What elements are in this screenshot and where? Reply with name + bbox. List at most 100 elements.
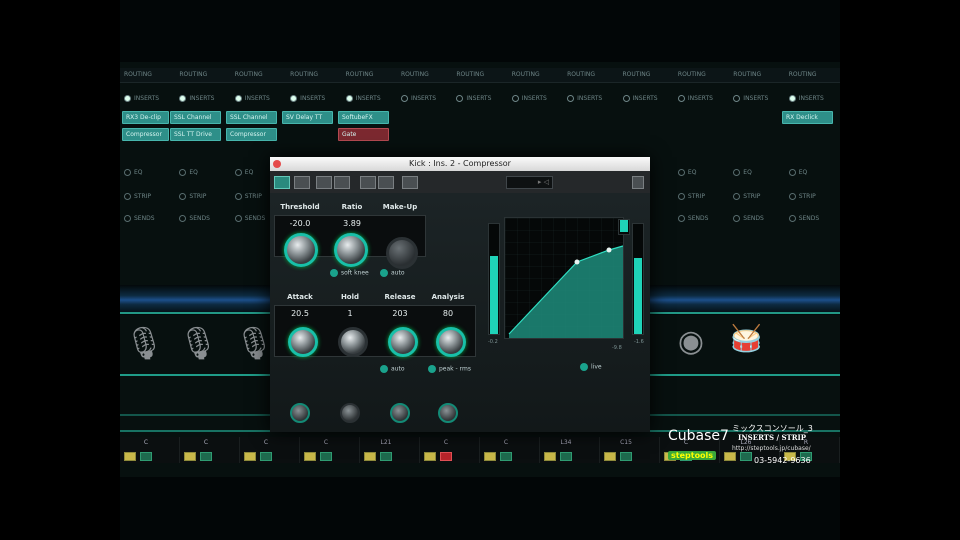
eq-toggle[interactable]: EQ <box>729 166 784 180</box>
insert-slot[interactable]: SSL Channel <box>226 111 277 124</box>
side-knob[interactable] <box>290 403 310 423</box>
inserts-toggle[interactable]: INSERTS <box>397 92 452 106</box>
insert-slot[interactable]: Compressor <box>226 128 277 141</box>
analysis-value[interactable]: 80 <box>422 309 474 318</box>
ratio-value[interactable]: 3.89 <box>326 219 378 228</box>
inserts-toggle[interactable]: INSERTS <box>120 92 175 106</box>
solo-button[interactable] <box>604 452 616 461</box>
routing-tab[interactable]: ROUTING <box>342 68 397 82</box>
inserts-toggle[interactable]: INSERTS <box>342 92 397 106</box>
insert-slot[interactable]: SSL Channel <box>170 111 221 124</box>
copy-button[interactable] <box>378 176 394 189</box>
preset-selector[interactable]: ▸ ◁ <box>506 176 553 189</box>
ratio-knob[interactable] <box>334 233 368 267</box>
strip-toggle[interactable]: STRIP <box>785 190 840 204</box>
live-toggle[interactable]: live <box>580 363 602 371</box>
record-button[interactable] <box>440 452 452 461</box>
attack-value[interactable]: 20.5 <box>274 309 326 318</box>
routing-tab[interactable]: ROUTING <box>452 68 507 82</box>
solo-button[interactable] <box>544 452 556 461</box>
analysis-knob[interactable] <box>436 327 466 357</box>
pan-value[interactable]: L34 <box>540 439 592 446</box>
sends-toggle[interactable]: SENDS <box>674 212 729 226</box>
attack-knob[interactable] <box>288 327 318 357</box>
close-icon[interactable] <box>273 160 281 168</box>
insert-slot[interactable]: SSL TT Drive <box>170 128 221 141</box>
makeup-knob[interactable] <box>386 237 418 269</box>
eq-toggle[interactable]: EQ <box>674 166 729 180</box>
insert-slot[interactable]: RX3 De-clip <box>122 111 169 124</box>
compare-a-button[interactable] <box>334 176 350 189</box>
inserts-toggle[interactable]: INSERTS <box>563 92 618 106</box>
solo-button[interactable] <box>724 452 736 461</box>
pan-value[interactable]: C <box>480 439 532 446</box>
compressor-window[interactable]: Kick : Ins. 2 - Compressor ▸ ◁ Threshold… <box>270 157 650 432</box>
insert-slot[interactable]: SV Delay TT <box>282 111 333 124</box>
side-knob[interactable] <box>438 403 458 423</box>
side-knob[interactable] <box>340 403 360 423</box>
routing-tab[interactable]: ROUTING <box>619 68 674 82</box>
strip-toggle[interactable]: STRIP <box>674 190 729 204</box>
pan-value[interactable]: C15 <box>600 439 652 446</box>
routing-tab[interactable]: ROUTING <box>674 68 729 82</box>
inserts-toggle[interactable]: INSERTS <box>674 92 729 106</box>
hold-knob[interactable] <box>338 327 368 357</box>
compare-b-button[interactable] <box>360 176 376 189</box>
insert-slot[interactable]: Gate <box>338 128 389 141</box>
routing-tab[interactable]: ROUTING <box>286 68 341 82</box>
solo-button[interactable] <box>304 452 316 461</box>
monitor-button[interactable] <box>500 452 512 461</box>
sends-toggle[interactable]: SENDS <box>175 212 230 226</box>
solo-button[interactable] <box>484 452 496 461</box>
inserts-toggle[interactable]: INSERTS <box>452 92 507 106</box>
insert-slot[interactable]: Compressor <box>122 128 169 141</box>
auto-makeup-toggle[interactable]: auto <box>380 269 405 277</box>
eq-toggle[interactable]: EQ <box>120 166 175 180</box>
inserts-toggle[interactable]: INSERTS <box>729 92 784 106</box>
solo-button[interactable] <box>244 452 256 461</box>
threshold-knob[interactable] <box>284 233 318 267</box>
pan-value[interactable]: C <box>420 439 472 446</box>
sends-toggle[interactable]: SENDS <box>120 212 175 226</box>
menu-dropdown-icon[interactable] <box>632 176 644 189</box>
monitor-button[interactable] <box>320 452 332 461</box>
compression-curve[interactable] <box>504 217 624 339</box>
routing-tab[interactable]: ROUTING <box>120 68 175 82</box>
routing-tab[interactable]: ROUTING <box>785 68 840 82</box>
bypass-button[interactable] <box>274 176 290 189</box>
hold-value[interactable]: 1 <box>324 309 376 318</box>
side-knob[interactable] <box>390 403 410 423</box>
window-titlebar[interactable]: Kick : Ins. 2 - Compressor <box>270 157 650 171</box>
read-button[interactable] <box>294 176 310 189</box>
routing-tab[interactable]: ROUTING <box>508 68 563 82</box>
solo-button[interactable] <box>424 452 436 461</box>
pan-value[interactable]: C <box>240 439 292 446</box>
pan-value[interactable]: C <box>120 439 172 446</box>
sends-toggle[interactable]: SENDS <box>729 212 784 226</box>
pan-value[interactable]: C <box>180 439 232 446</box>
write-button[interactable] <box>316 176 332 189</box>
monitor-button[interactable] <box>740 452 752 461</box>
routing-tab[interactable]: ROUTING <box>397 68 452 82</box>
inserts-toggle[interactable]: INSERTS <box>175 92 230 106</box>
routing-tab[interactable]: ROUTING <box>729 68 784 82</box>
monitor-button[interactable] <box>620 452 632 461</box>
monitor-button[interactable] <box>260 452 272 461</box>
monitor-button[interactable] <box>380 452 392 461</box>
side-chain-button[interactable] <box>402 176 418 189</box>
eq-toggle[interactable]: EQ <box>175 166 230 180</box>
eq-toggle[interactable]: EQ <box>785 166 840 180</box>
monitor-button[interactable] <box>140 452 152 461</box>
pan-value[interactable]: C <box>300 439 352 446</box>
routing-tab[interactable]: ROUTING <box>563 68 618 82</box>
insert-slot[interactable]: RX Declick <box>782 111 833 124</box>
solo-button[interactable] <box>124 452 136 461</box>
monitor-button[interactable] <box>560 452 572 461</box>
auto-release-toggle[interactable]: auto <box>380 365 405 373</box>
inserts-toggle[interactable]: INSERTS <box>508 92 563 106</box>
pan-value[interactable]: L21 <box>360 439 412 446</box>
routing-tab[interactable]: ROUTING <box>175 68 230 82</box>
inserts-toggle[interactable]: INSERTS <box>286 92 341 106</box>
threshold-value[interactable]: -20.0 <box>274 219 326 228</box>
inserts-toggle[interactable]: INSERTS <box>231 92 286 106</box>
